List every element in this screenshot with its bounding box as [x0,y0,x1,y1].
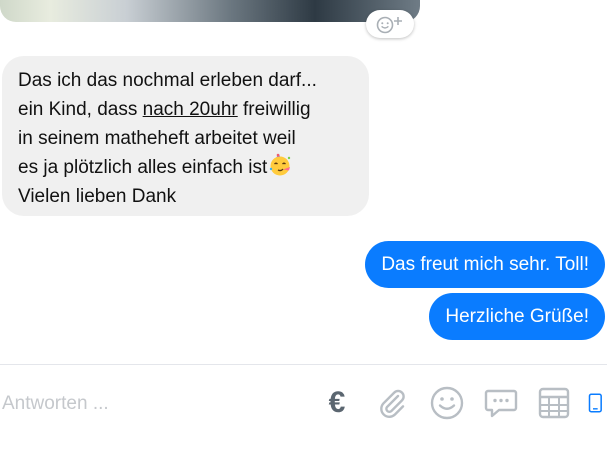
chat-bubble-icon [484,389,518,418]
smiley-icon [430,386,464,420]
table-button[interactable] [535,384,573,422]
underlined-text: nach 20uhr [142,99,238,120]
partying-face-emoji [270,153,291,176]
message-line: Vielen lieben Dank [18,186,177,207]
call-button[interactable] [586,384,607,422]
message-line: ein Kind, dass nach 20uhr freiwillig [18,95,355,124]
table-icon [538,387,570,419]
chat-bubble-button[interactable] [482,384,520,422]
euro-icon[interactable]: € [318,384,356,422]
attach-button[interactable] [373,384,411,422]
message-text: freiwillig [237,99,311,120]
emoji-button[interactable] [428,384,466,422]
phone-icon [588,393,602,413]
composer-divider [0,364,607,365]
paperclip-icon [380,389,405,418]
outgoing-message: Das freut mich sehr. Toll! [365,241,605,288]
message-line: es ja plötzlich alles einfach ist [18,153,355,182]
add-reaction-button[interactable] [366,10,414,38]
message-text: es ja plötzlich alles einfach ist [18,157,268,178]
message-line: in seinem matheheft arbeitet weil [18,128,296,149]
incoming-message: Das ich das nochmal erleben darf... ein … [2,56,369,216]
message-text: ein Kind, dass [18,99,143,120]
message-line: Das ich das nochmal erleben darf... [18,70,317,91]
shared-image-preview[interactable] [0,0,420,22]
reply-input[interactable] [0,384,304,424]
outgoing-message: Herzliche Grüße! [429,293,605,340]
add-reaction-icon [376,16,402,34]
